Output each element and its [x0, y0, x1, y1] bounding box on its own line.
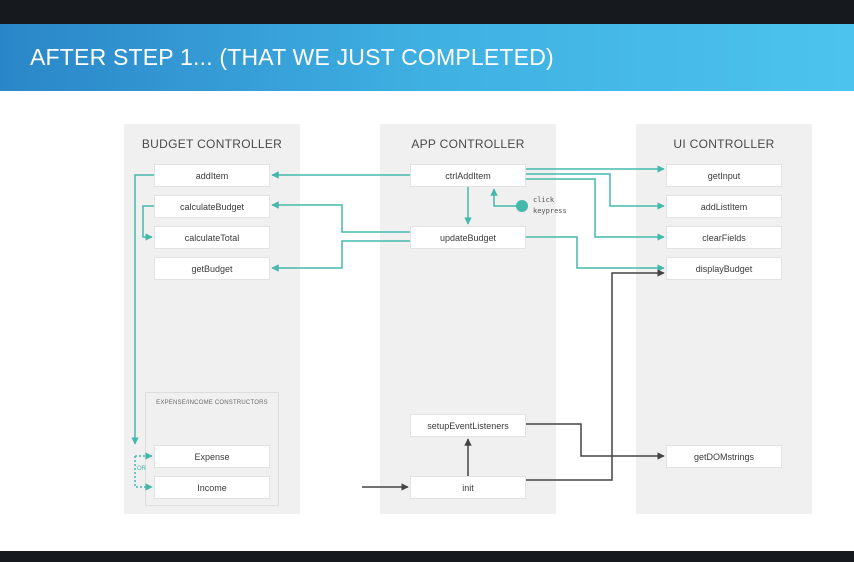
- or-label: OR: [137, 466, 146, 472]
- app-controller-title: APP CONTROLLER: [411, 137, 525, 151]
- box-calculateTotal: calculateTotal: [154, 226, 270, 249]
- box-init: init: [410, 476, 526, 499]
- box-setupEventListeners: setupEventListeners: [410, 414, 526, 437]
- ui-controller-title: UI CONTROLLER: [673, 137, 775, 151]
- video-top-bar: [0, 0, 854, 24]
- box-calculateBudget: calculateBudget: [154, 195, 270, 218]
- box-Income: Income: [154, 476, 270, 499]
- budget-controller-title: BUDGET CONTROLLER: [141, 137, 283, 151]
- video-bottom-bar: [0, 551, 854, 562]
- box-clearFields: clearFields: [666, 226, 782, 249]
- box-getBudget: getBudget: [154, 257, 270, 280]
- slide-header: AFTER STEP 1... (THAT WE JUST COMPLETED): [0, 24, 854, 91]
- box-addListItem: addListItem: [666, 195, 782, 218]
- box-Expense: Expense: [154, 445, 270, 468]
- slide-title: AFTER STEP 1... (THAT WE JUST COMPLETED): [30, 44, 554, 70]
- box-getDOMstrings: getDOMstrings: [666, 445, 782, 468]
- box-getInput: getInput: [666, 164, 782, 187]
- box-displayBudget: displayBudget: [666, 257, 782, 280]
- box-updateBudget: updateBudget: [410, 226, 526, 249]
- slide: AFTER STEP 1... (THAT WE JUST COMPLETED)…: [0, 24, 854, 551]
- event-label-keypress: keypress: [533, 207, 567, 215]
- event-label-click: click: [533, 196, 555, 204]
- box-ctrlAddItem: ctrlAddItem: [410, 164, 526, 187]
- box-addItem: addItem: [154, 164, 270, 187]
- constructors-label: EXPENSE/INCOME CONSTRUCTORS: [156, 400, 268, 406]
